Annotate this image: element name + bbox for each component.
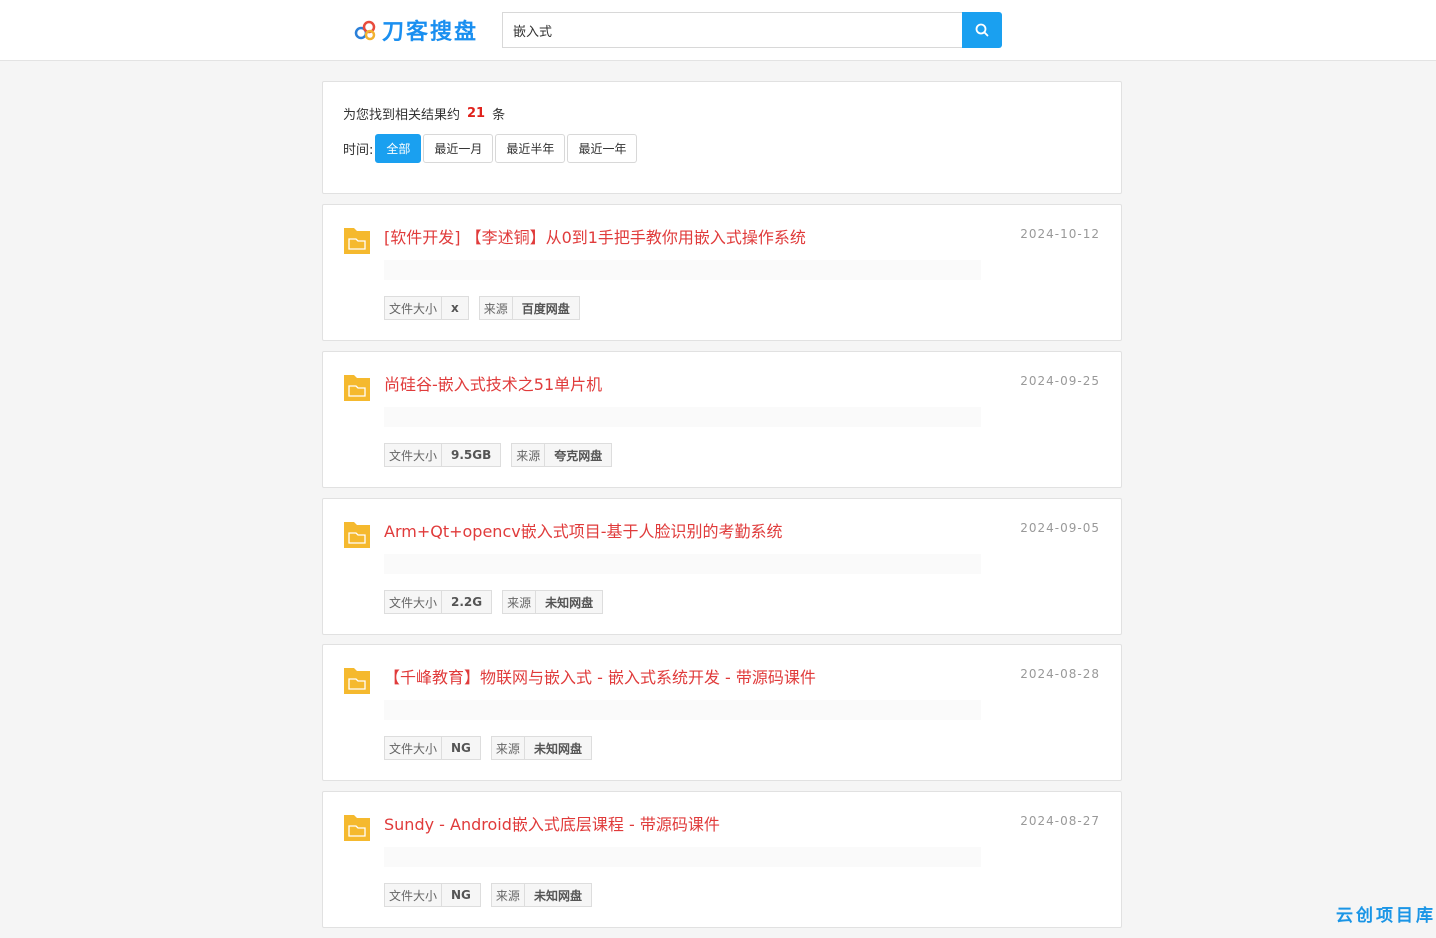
result-card: [软件开发] 【李述铜】从0到1手把手教你用嵌入式操作系统 2024-10-12… (322, 204, 1122, 341)
result-tags: 文件大小 NG 来源 未知网盘 (384, 736, 602, 760)
source-value: 百度网盘 (521, 301, 570, 316)
file-size-label: 文件大小 (385, 591, 443, 613)
search-icon (975, 23, 989, 37)
result-title-link[interactable]: Arm+Qt+opencv嵌入式项目-基于人脸识别的考勤系统 (384, 518, 782, 542)
result-count-line: 为您找到相关结果约 21 条 (343, 104, 505, 123)
folder-icon (344, 815, 370, 841)
time-filter-last-month[interactable]: 最近一月 (423, 134, 494, 163)
result-count-prefix: 为您找到相关结果约 (343, 108, 461, 123)
result-card: 尚硅谷-嵌入式技术之51单片机 2024-09-25 文件大小 9.5GB 来源夸… (322, 351, 1122, 488)
file-size-value: x (451, 301, 459, 315)
result-description (384, 847, 981, 867)
file-size-label: 文件大小 (385, 297, 443, 319)
result-title-link[interactable]: [软件开发] 【李述铜】从0到1手把手教你用嵌入式操作系统 (384, 224, 806, 248)
result-date: 2024-09-05 (1020, 521, 1100, 535)
result-description (384, 407, 981, 427)
search-box (502, 12, 963, 48)
file-size-label: 文件大小 (385, 737, 443, 759)
source-tag: 来源 夸克网盘 (511, 443, 613, 467)
top-header: 刀客搜盘 (0, 0, 1436, 61)
source-value: 未知网盘 (533, 888, 582, 903)
file-size-tag: 文件大小 NG (384, 883, 481, 907)
result-date: 2024-10-12 (1020, 227, 1100, 241)
result-card: Arm+Qt+opencv嵌入式项目-基于人脸识别的考勤系统 2024-09-0… (322, 498, 1122, 635)
search-button[interactable] (962, 12, 1002, 48)
logo-text: 刀客搜盘 (382, 20, 479, 45)
folder-icon (344, 375, 370, 401)
result-title-link[interactable]: Sundy - Android嵌入式底层课程 - 带源码课件 (384, 811, 720, 835)
time-filter-all[interactable]: 全部 (375, 134, 422, 163)
logo-icon (354, 20, 376, 41)
source-label: 来源 (492, 737, 525, 759)
source-value: 夸克网盘 (554, 448, 603, 463)
result-count-suffix: 条 (492, 108, 506, 123)
file-size-value: 2.2G (451, 595, 483, 609)
source-tag: 来源 百度网盘 (478, 296, 580, 320)
result-description (384, 700, 981, 720)
result-tags: 文件大小 NG 来源 未知网盘 (384, 883, 602, 907)
source-label: 来源 (503, 591, 537, 613)
source-tag: 来源 未知网盘 (490, 883, 592, 907)
watermark-text: 云创项目库 (1336, 906, 1436, 926)
source-value: 未知网盘 (545, 595, 594, 610)
result-card: 【千峰教育】物联网与嵌入式 - 嵌入式系统开发 - 带源码课件 2024-08-… (322, 644, 1122, 781)
result-tags: 文件大小 x 来源 百度网盘 (384, 296, 590, 320)
result-title-link[interactable]: 尚硅谷-嵌入式技术之51单片机 (384, 371, 602, 395)
source-label: 来源 (492, 884, 525, 906)
time-filter-last-year[interactable]: 最近一年 (567, 134, 638, 163)
result-date: 2024-09-25 (1020, 374, 1100, 388)
source-label: 来源 (480, 297, 513, 319)
result-card: Sundy - Android嵌入式底层课程 - 带源码课件 2024-08-2… (322, 791, 1122, 928)
file-size-value: NG (451, 741, 471, 755)
site-logo[interactable]: 刀客搜盘 (352, 14, 478, 46)
results-summary-panel: 为您找到相关结果约 21 条 时间: 全部 最近一月 最近半年 最近一年 (322, 81, 1122, 194)
result-description (384, 260, 981, 280)
time-filter-label: 时间: (343, 143, 374, 158)
folder-icon (344, 522, 370, 548)
file-size-label: 文件大小 (385, 444, 443, 466)
file-size-label: 文件大小 (385, 884, 443, 906)
file-size-tag: 文件大小 x (384, 296, 469, 320)
search-input[interactable] (503, 13, 963, 47)
file-size-tag: 文件大小 NG (384, 736, 481, 760)
file-size-tag: 文件大小 9.5GB (384, 443, 502, 467)
file-size-tag: 文件大小 2.2G (384, 590, 493, 614)
source-value: 未知网盘 (533, 741, 582, 756)
source-tag: 来源 未知网盘 (490, 736, 592, 760)
source-label: 来源 (512, 444, 546, 466)
result-date: 2024-08-28 (1020, 667, 1100, 681)
time-filter-last-half-year[interactable]: 最近半年 (495, 134, 566, 163)
result-tags: 文件大小 2.2G 来源 未知网盘 (384, 590, 613, 614)
folder-icon (344, 228, 370, 254)
result-tags: 文件大小 9.5GB 来源 夸克网盘 (384, 443, 622, 467)
result-title-link[interactable]: 【千峰教育】物联网与嵌入式 - 嵌入式系统开发 - 带源码课件 (384, 664, 816, 688)
file-size-value: 9.5GB (451, 448, 492, 462)
result-count: 21 (467, 106, 486, 121)
result-description (384, 554, 981, 574)
folder-icon (344, 668, 370, 694)
time-filter-row: 时间: 全部 最近一月 最近半年 最近一年 (343, 134, 639, 163)
result-date: 2024-08-27 (1020, 814, 1100, 828)
file-size-value: NG (451, 888, 471, 902)
source-tag: 来源 未知网盘 (502, 590, 604, 614)
